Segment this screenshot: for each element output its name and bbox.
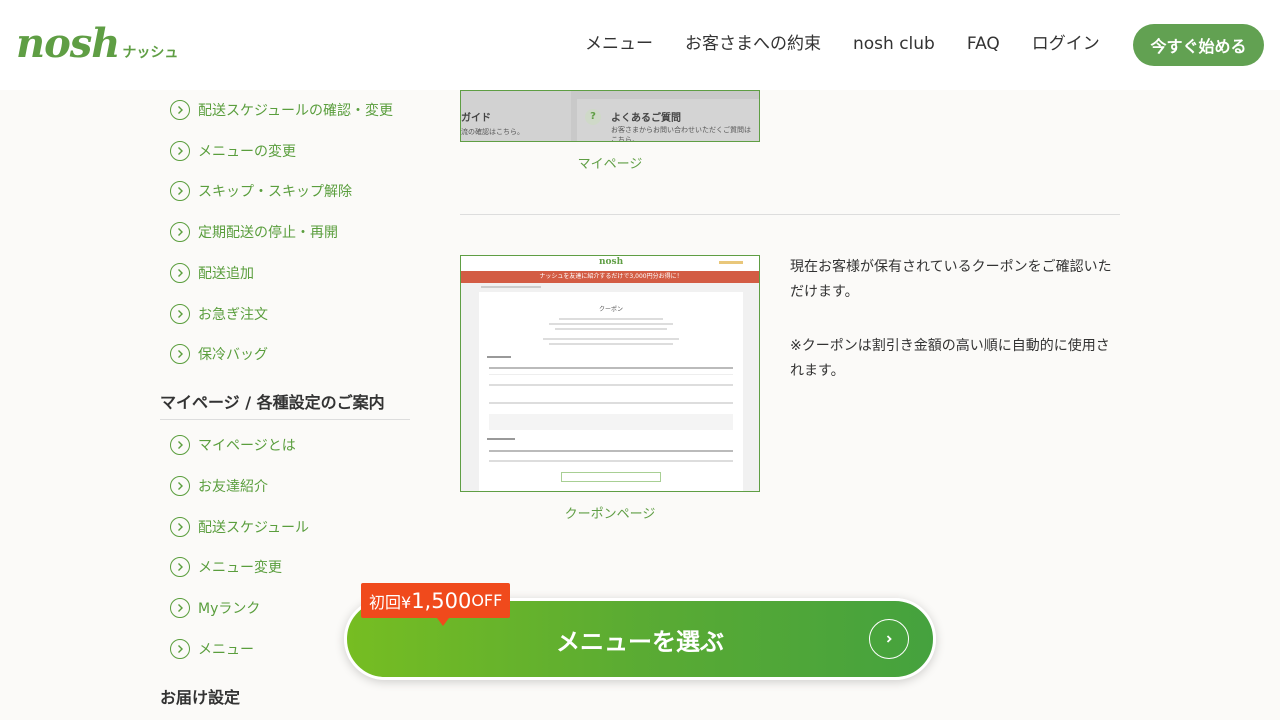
section-divider <box>460 214 1120 215</box>
chevron-right-icon <box>170 435 190 455</box>
sidebar-item-add-delivery[interactable]: 配送追加 <box>170 263 254 283</box>
sidebar-item-label: スキップ・スキップ解除 <box>198 184 352 200</box>
coupon-thumb-user <box>719 261 743 264</box>
sidebar-item-label: Myランク <box>198 601 261 617</box>
coupon-thumb-textline <box>559 318 663 320</box>
sidebar-item-label: メニューの変更 <box>198 144 296 160</box>
coupon-thumb-breadcrumb <box>481 286 541 288</box>
guide-label: ガイド <box>461 113 491 124</box>
sidebar-item-schedule-change[interactable]: 配送スケジュールの確認・変更 <box>170 100 393 120</box>
sidebar-item-cooler-bag[interactable]: 保冷バッグ <box>170 344 268 364</box>
nav-nosh-club[interactable]: nosh club <box>853 32 935 56</box>
sidebar-item-menu-change[interactable]: メニューの変更 <box>170 141 296 161</box>
coupon-thumb-title: クーポン <box>598 306 623 313</box>
sidebar-item-label: 保冷バッグ <box>198 347 268 363</box>
coupon-thumb-textline <box>549 323 673 325</box>
site-header: nosh ナッシュ メニュー お客さまへの約束 nosh club FAQ ログ… <box>0 0 1280 90</box>
coupon-thumb-rule <box>489 374 733 375</box>
chevron-right-icon <box>170 304 190 324</box>
coupon-screenshot: nosh ナッシュを友達に紹介するだけで3,000円分お得に！ クーポン <box>460 255 760 492</box>
nav-login[interactable]: ログイン <box>1032 32 1100 56</box>
sidebar-item-referral[interactable]: お友達紹介 <box>170 476 268 496</box>
coupon-thumb-banner: ナッシュを友達に紹介するだけで3,000円分お得に！ <box>461 271 759 283</box>
main-nav: メニュー お客さまへの約束 nosh club FAQ ログイン <box>585 32 1132 56</box>
coupon-thumb-row <box>489 460 733 462</box>
chevron-right-icon <box>170 141 190 161</box>
faq-title: よくあるご質問 <box>611 113 681 124</box>
sidebar-item-urgent-order[interactable]: お急ぎ注文 <box>170 304 268 324</box>
sidebar-item-label: 配送スケジュールの確認・変更 <box>198 103 394 119</box>
choose-menu-label: メニューを選ぶ <box>556 628 724 656</box>
chevron-right-icon <box>170 222 190 242</box>
coupon-thumb-section-label <box>487 438 515 440</box>
sidebar-item-skip[interactable]: スキップ・スキップ解除 <box>170 181 352 201</box>
chevron-right-icon <box>170 344 190 364</box>
sidebar-item-my-rank[interactable]: Myランク <box>170 598 260 618</box>
chevron-right-icon <box>170 517 190 537</box>
coupon-thumb-row <box>489 402 733 404</box>
sidebar-item-label: お急ぎ注文 <box>198 307 268 323</box>
mypage-screenshot: ガイド 流の確認はこちら。 ? よくあるご質問 お客さまからお問い合わせいただく… <box>460 90 760 142</box>
coupon-thumb-table-header <box>489 367 733 369</box>
chevron-right-icon <box>170 263 190 283</box>
nav-promise[interactable]: お客さまへの約束 <box>685 32 821 56</box>
coupon-thumb-section-label <box>487 356 511 358</box>
sidebar-item-stop-resume[interactable]: 定期配送の停止・再開 <box>170 222 338 242</box>
logo-text: nosh <box>16 20 120 67</box>
section-title-mypage: マイページ / 各種設定のご案内 <box>160 389 410 420</box>
sidebar-item-label: メニュー <box>198 642 254 658</box>
sidebar-item-menu[interactable]: メニュー <box>170 639 254 659</box>
section-title-delivery: お届け設定 <box>160 688 241 707</box>
sidebar-item-label: 定期配送の停止・再開 <box>198 225 338 241</box>
chevron-right-icon <box>170 639 190 659</box>
coupon-thumb-row-used <box>489 414 733 430</box>
sidebar-item-label: お友達紹介 <box>198 479 268 495</box>
coupon-thumb-textline <box>549 343 673 345</box>
sidebar-item-label: マイページとは <box>198 438 296 454</box>
chevron-right-icon <box>170 100 190 120</box>
chevron-right-icon <box>170 598 190 618</box>
mypage-guide-card: ガイド 流の確認はこちら。 <box>461 91 571 141</box>
coupon-thumb-table-header <box>489 450 733 452</box>
coupon-note-text: ※クーポンは割引き金額の高い順に自動的に使用されます。 <box>790 338 1110 379</box>
coupon-thumb-textline <box>543 338 679 340</box>
sidebar-item-menu-modify[interactable]: メニュー変更 <box>170 557 282 577</box>
badge-amount: 1,500 <box>411 588 472 613</box>
mypage-faq-card: ? よくあるご質問 お客さまからお問い合わせいただくご質問はこちら。 <box>577 99 759 142</box>
chevron-right-icon <box>170 557 190 577</box>
chevron-right-icon <box>170 181 190 201</box>
nav-menu[interactable]: メニュー <box>585 32 653 56</box>
start-now-button[interactable]: 今すぐ始める <box>1133 24 1264 66</box>
coupon-thumb-body: クーポン <box>461 283 759 491</box>
arrow-right-icon <box>869 619 909 659</box>
coupon-caption: クーポンページ <box>564 507 656 522</box>
coupon-thumb-button <box>561 472 661 482</box>
coupon-description: 現在お客様が保有されているクーポンをご確認いただけます。 ※クーポンは割引き金額… <box>790 255 1120 384</box>
sidebar-item-label: 配送追加 <box>198 266 254 282</box>
coupon-description-text: 現在お客様が保有されているクーポンをご確認いただけます。 <box>790 259 1112 300</box>
coupon-thumb-header: nosh <box>461 256 759 271</box>
first-order-discount-badge: 初回¥ 1,500 OFF <box>361 583 511 626</box>
sidebar-item-mypage-about[interactable]: マイページとは <box>170 435 296 455</box>
coupon-thumb-row <box>489 384 733 386</box>
chevron-right-icon <box>170 476 190 496</box>
faq-sub: お客さまからお問い合わせいただくご質問はこちら。 <box>611 126 751 142</box>
sidebar-item-delivery-schedule[interactable]: 配送スケジュール <box>170 517 309 537</box>
sidebar-item-label: メニュー変更 <box>198 560 282 576</box>
coupon-thumb-logo: nosh <box>599 257 624 267</box>
question-icon: ? <box>585 109 601 125</box>
nosh-logo[interactable]: nosh ナッシュ <box>16 20 179 67</box>
logo-subtext: ナッシュ <box>122 45 179 61</box>
guide-sub: 流の確認はこちら。 <box>461 128 524 136</box>
mypage-caption: マイページ <box>577 157 643 172</box>
sidebar-item-label: 配送スケジュール <box>198 520 310 536</box>
badge-prefix: 初回¥ <box>369 592 412 612</box>
coupon-thumb-textline <box>555 328 667 330</box>
badge-suffix: OFF <box>471 591 503 610</box>
coupon-thumb-card: クーポン <box>479 292 743 491</box>
nav-faq[interactable]: FAQ <box>967 32 1000 56</box>
